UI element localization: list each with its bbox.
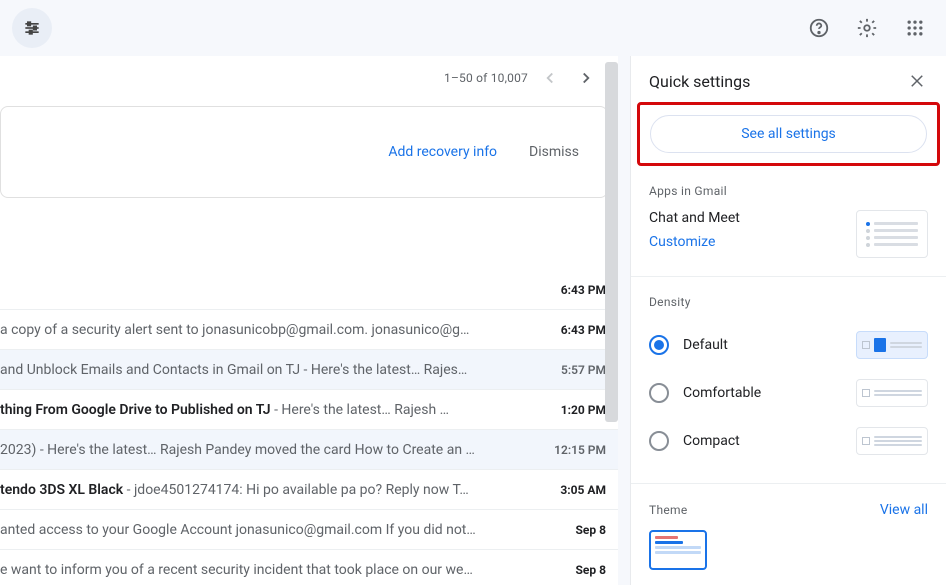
density-section: Density Default Comfortable Compact	[631, 277, 946, 484]
email-preview: - Here's the latest… Rajesh Pandey moved…	[36, 442, 475, 458]
email-row[interactable]: e want to inform you of a recent securit…	[0, 550, 618, 585]
email-preview: - jdoe4501274174: Hi po available pa po?…	[123, 482, 469, 498]
apps-button[interactable]	[896, 9, 934, 47]
email-row[interactable]: and Unblock Emails and Contacts in Gmail…	[0, 350, 618, 390]
email-preview: - Here's the latest… Rajes…	[300, 362, 467, 378]
email-time: 6:43 PM	[542, 323, 606, 337]
email-preview: - Here's the latest… Rajesh …	[271, 402, 449, 418]
add-recovery-link[interactable]: Add recovery info	[388, 144, 497, 160]
email-row[interactable]: anted access to your Google Account jona…	[0, 510, 618, 550]
density-section-title: Density	[649, 295, 928, 309]
apps-preview	[856, 210, 928, 258]
radio-default[interactable]	[649, 335, 669, 355]
theme-section: Theme View all	[631, 484, 946, 530]
email-row[interactable]: 2023) - Here's the latest… Rajesh Pandey…	[0, 430, 618, 470]
help-icon	[808, 17, 830, 39]
email-content: thing From Google Drive to Published on …	[0, 402, 542, 418]
density-default-preview	[856, 331, 928, 359]
chat-and-meet-label: Chat and Meet	[649, 210, 740, 226]
quick-settings-title: Quick settings	[649, 72, 750, 91]
next-page-button[interactable]	[572, 64, 600, 92]
top-bar	[0, 0, 946, 56]
quick-settings-header: Quick settings	[631, 56, 946, 102]
email-content: a copy of a security alert sent to jonas…	[0, 322, 542, 338]
see-all-settings-button[interactable]: See all settings	[650, 115, 927, 153]
close-button[interactable]	[906, 70, 928, 92]
email-subject: tendo 3DS XL Black	[0, 482, 123, 498]
chevron-left-icon	[541, 69, 559, 87]
help-button[interactable]	[800, 9, 838, 47]
pagination-text: 1–50 of 10,007	[444, 71, 528, 85]
email-time: Sep 8	[542, 563, 606, 577]
scrollbar[interactable]	[605, 62, 618, 422]
see-all-highlight: See all settings	[637, 102, 940, 166]
radio-compact[interactable]	[649, 431, 669, 451]
email-row[interactable]: thing From Google Drive to Published on …	[0, 390, 618, 430]
settings-button[interactable]	[848, 9, 886, 47]
quick-settings-panel: Quick settings See all settings Apps in …	[630, 56, 946, 585]
density-compact-label: Compact	[683, 433, 740, 449]
email-row[interactable]: a copy of a security alert sent to jonas…	[0, 310, 618, 350]
email-preview: e want to inform you of a recent securit…	[0, 562, 473, 578]
density-compact-preview	[856, 427, 928, 455]
density-comfortable-preview	[856, 379, 928, 407]
density-comfortable-label: Comfortable	[683, 385, 761, 401]
recovery-banner: Add recovery info Dismiss	[0, 106, 608, 198]
topbar-right	[800, 9, 934, 47]
pagination-row: 1–50 of 10,007	[0, 56, 618, 100]
gear-icon	[856, 17, 878, 39]
email-row[interactable]: 6:43 PM	[0, 270, 618, 310]
email-time: 12:15 PM	[542, 443, 606, 457]
email-row[interactable]: tendo 3DS XL Black - jdoe4501274174: Hi …	[0, 470, 618, 510]
dismiss-button[interactable]: Dismiss	[529, 144, 579, 160]
close-icon	[908, 72, 926, 90]
view-all-themes-link[interactable]: View all	[880, 502, 928, 518]
tune-icon	[22, 18, 42, 38]
email-content: e want to inform you of a recent securit…	[0, 562, 542, 578]
density-compact[interactable]: Compact	[649, 417, 928, 465]
email-content: 2023) - Here's the latest… Rajesh Pandey…	[0, 442, 542, 458]
apps-section: Apps in Gmail Chat and Meet Customize	[631, 166, 946, 277]
email-preview: a copy of a security alert sent to jonas…	[0, 322, 469, 338]
email-subject: thing From Google Drive to Published on …	[0, 402, 271, 418]
email-content: anted access to your Google Account jona…	[0, 522, 542, 538]
density-default-label: Default	[683, 337, 728, 353]
email-time: 5:57 PM	[542, 363, 606, 377]
density-default[interactable]: Default	[649, 321, 928, 369]
email-content: and Unblock Emails and Contacts in Gmail…	[0, 362, 542, 378]
email-subject: and Unblock Emails and Contacts in Gmail…	[0, 362, 300, 378]
email-preview: anted access to your Google Account jona…	[0, 522, 476, 538]
email-time: 6:43 PM	[542, 283, 606, 297]
filter-button[interactable]	[12, 8, 52, 48]
chevron-right-icon	[577, 69, 595, 87]
apps-grid-icon	[905, 18, 925, 38]
email-time: Sep 8	[542, 523, 606, 537]
theme-title: Theme	[649, 503, 688, 517]
email-content: tendo 3DS XL Black - jdoe4501274174: Hi …	[0, 482, 542, 498]
inbox-area: 1–50 of 10,007 Add recovery info Dismiss…	[0, 56, 618, 585]
email-time: 1:20 PM	[542, 403, 606, 417]
theme-thumbnail[interactable]	[649, 530, 707, 570]
apps-section-title: Apps in Gmail	[649, 184, 928, 198]
email-time: 3:05 AM	[542, 483, 606, 497]
radio-comfortable[interactable]	[649, 383, 669, 403]
prev-page-button[interactable]	[536, 64, 564, 92]
customize-link[interactable]: Customize	[649, 234, 715, 250]
density-comfortable[interactable]: Comfortable	[649, 369, 928, 417]
email-subject: 2023)	[0, 442, 36, 458]
